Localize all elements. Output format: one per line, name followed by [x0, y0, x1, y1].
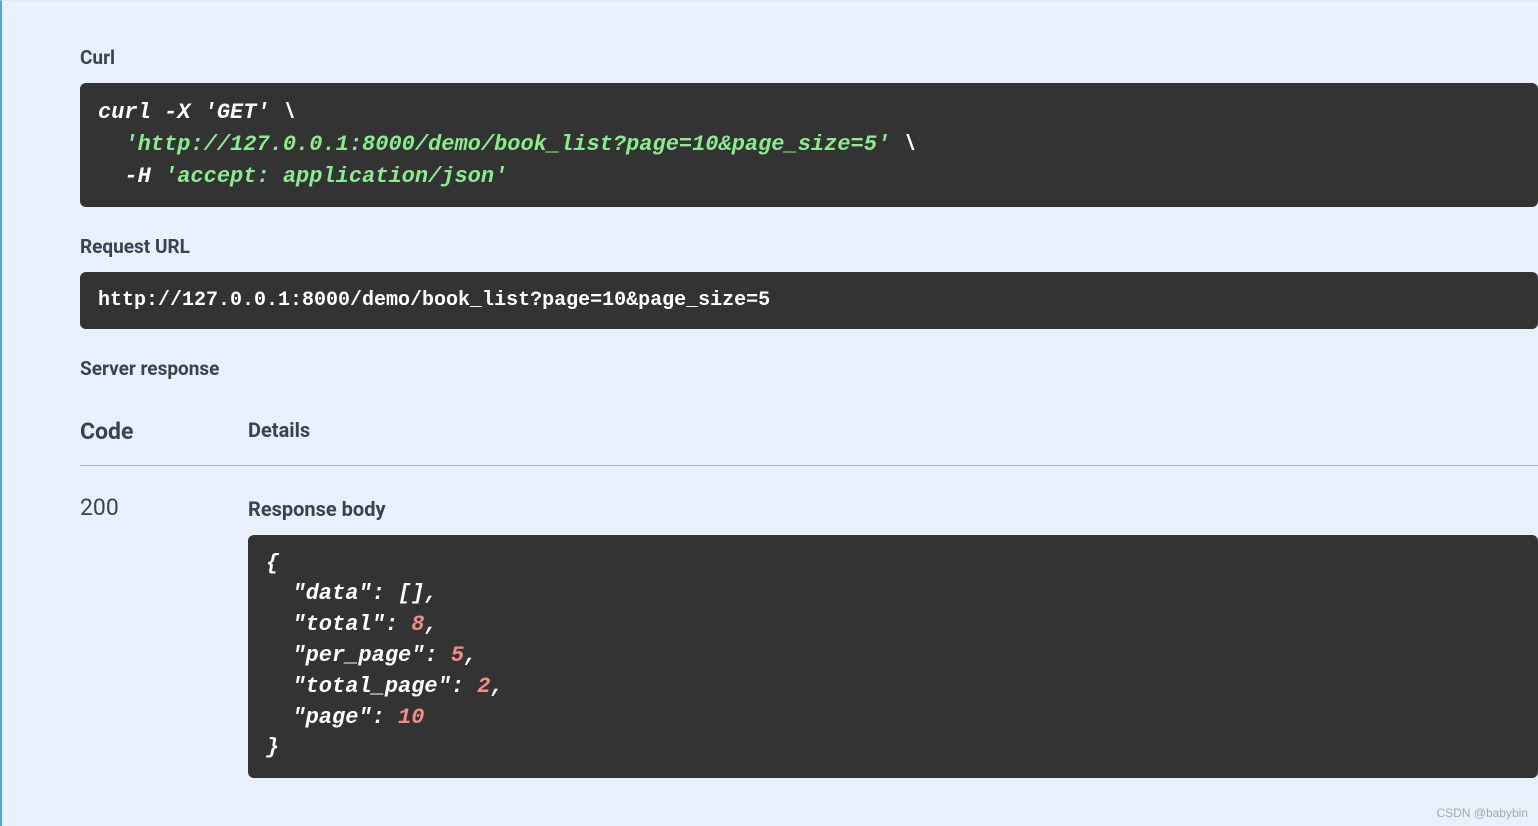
json-val-total-page: 2 — [477, 674, 490, 699]
curl-header-flag: -H — [124, 164, 164, 189]
curl-label: Curl — [80, 46, 1538, 69]
response-panel: Curl curl -X 'GET' \ 'http://127.0.0.1:8… — [0, 0, 1538, 826]
response-body-label: Response body — [248, 497, 1538, 521]
json-key-total-page: "total_page" — [266, 674, 451, 699]
json-key-page: "page" — [266, 705, 372, 730]
request-url-value: http://127.0.0.1:8000/demo/book_list?pag… — [98, 289, 770, 312]
json-val-per-page: 5 — [451, 643, 464, 668]
request-url-label: Request URL — [80, 235, 1538, 258]
json-key-per-page: "per_page" — [266, 643, 424, 668]
curl-prefix: curl -X — [98, 100, 204, 125]
server-response-label: Server response — [80, 357, 1538, 380]
json-open: { — [266, 551, 279, 576]
request-url-block[interactable]: http://127.0.0.1:8000/demo/book_list?pag… — [80, 272, 1538, 329]
curl-backslash-1: \ — [270, 100, 296, 125]
response-inner: Curl curl -X 'GET' \ 'http://127.0.0.1:8… — [2, 1, 1538, 778]
curl-code-block[interactable]: curl -X 'GET' \ 'http://127.0.0.1:8000/d… — [80, 83, 1538, 207]
code-column-header: Code — [80, 418, 248, 445]
table-row: 200 Response body { "data": [], "total":… — [80, 466, 1538, 779]
json-key-data: "data" — [266, 581, 372, 606]
watermark: CSDN @babybin — [1436, 806, 1528, 820]
json-val-page: 10 — [398, 705, 424, 730]
curl-backslash-2: \ — [890, 132, 916, 157]
curl-method: 'GET' — [204, 100, 270, 125]
json-key-total: "total" — [266, 612, 385, 637]
json-val-total: 8 — [411, 612, 424, 637]
response-body-block[interactable]: { "data": [], "total": 8, "per_page": 5,… — [248, 535, 1538, 779]
json-close: } — [266, 735, 279, 760]
details-cell: Response body { "data": [], "total": 8, … — [248, 494, 1538, 779]
response-table: Code Details 200 Response body { "data":… — [80, 418, 1538, 779]
details-column-header: Details — [248, 418, 310, 445]
json-val-data: [] — [398, 581, 424, 606]
status-code: 200 — [80, 494, 248, 779]
curl-header-value: 'accept: application/json' — [164, 164, 507, 189]
table-header: Code Details — [80, 418, 1538, 466]
curl-url: 'http://127.0.0.1:8000/demo/book_list?pa… — [124, 132, 890, 157]
